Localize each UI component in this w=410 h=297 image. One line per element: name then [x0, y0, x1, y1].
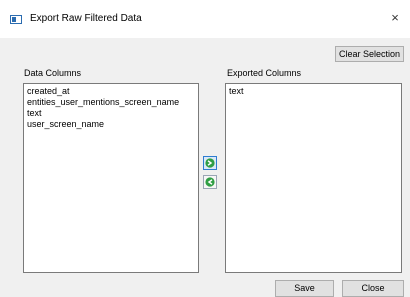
window-title: Export Raw Filtered Data	[30, 13, 142, 24]
save-button[interactable]: Save	[275, 280, 334, 297]
list-item[interactable]: text	[229, 86, 398, 97]
data-columns-list[interactable]: created_at entities_user_mentions_screen…	[23, 83, 199, 273]
title-bar: Export Raw Filtered Data ×	[0, 0, 410, 38]
list-item[interactable]: created_at	[27, 86, 195, 97]
add-column-button[interactable]	[203, 156, 217, 170]
list-item[interactable]: entities_user_mentions_screen_name	[27, 97, 195, 108]
data-columns-label: Data Columns	[24, 68, 82, 78]
close-button[interactable]: Close	[342, 280, 404, 297]
remove-column-button[interactable]	[203, 175, 217, 189]
window-icon	[10, 15, 22, 24]
arrow-left-icon	[205, 177, 215, 187]
arrow-right-icon	[205, 158, 215, 168]
exported-columns-list[interactable]: text	[225, 83, 402, 273]
close-window-button[interactable]: ×	[387, 10, 403, 26]
exported-columns-label: Exported Columns	[227, 68, 302, 78]
list-item[interactable]: user_screen_name	[27, 119, 195, 130]
clear-selection-button[interactable]: Clear Selection	[335, 46, 404, 62]
list-item[interactable]: text	[27, 108, 195, 119]
